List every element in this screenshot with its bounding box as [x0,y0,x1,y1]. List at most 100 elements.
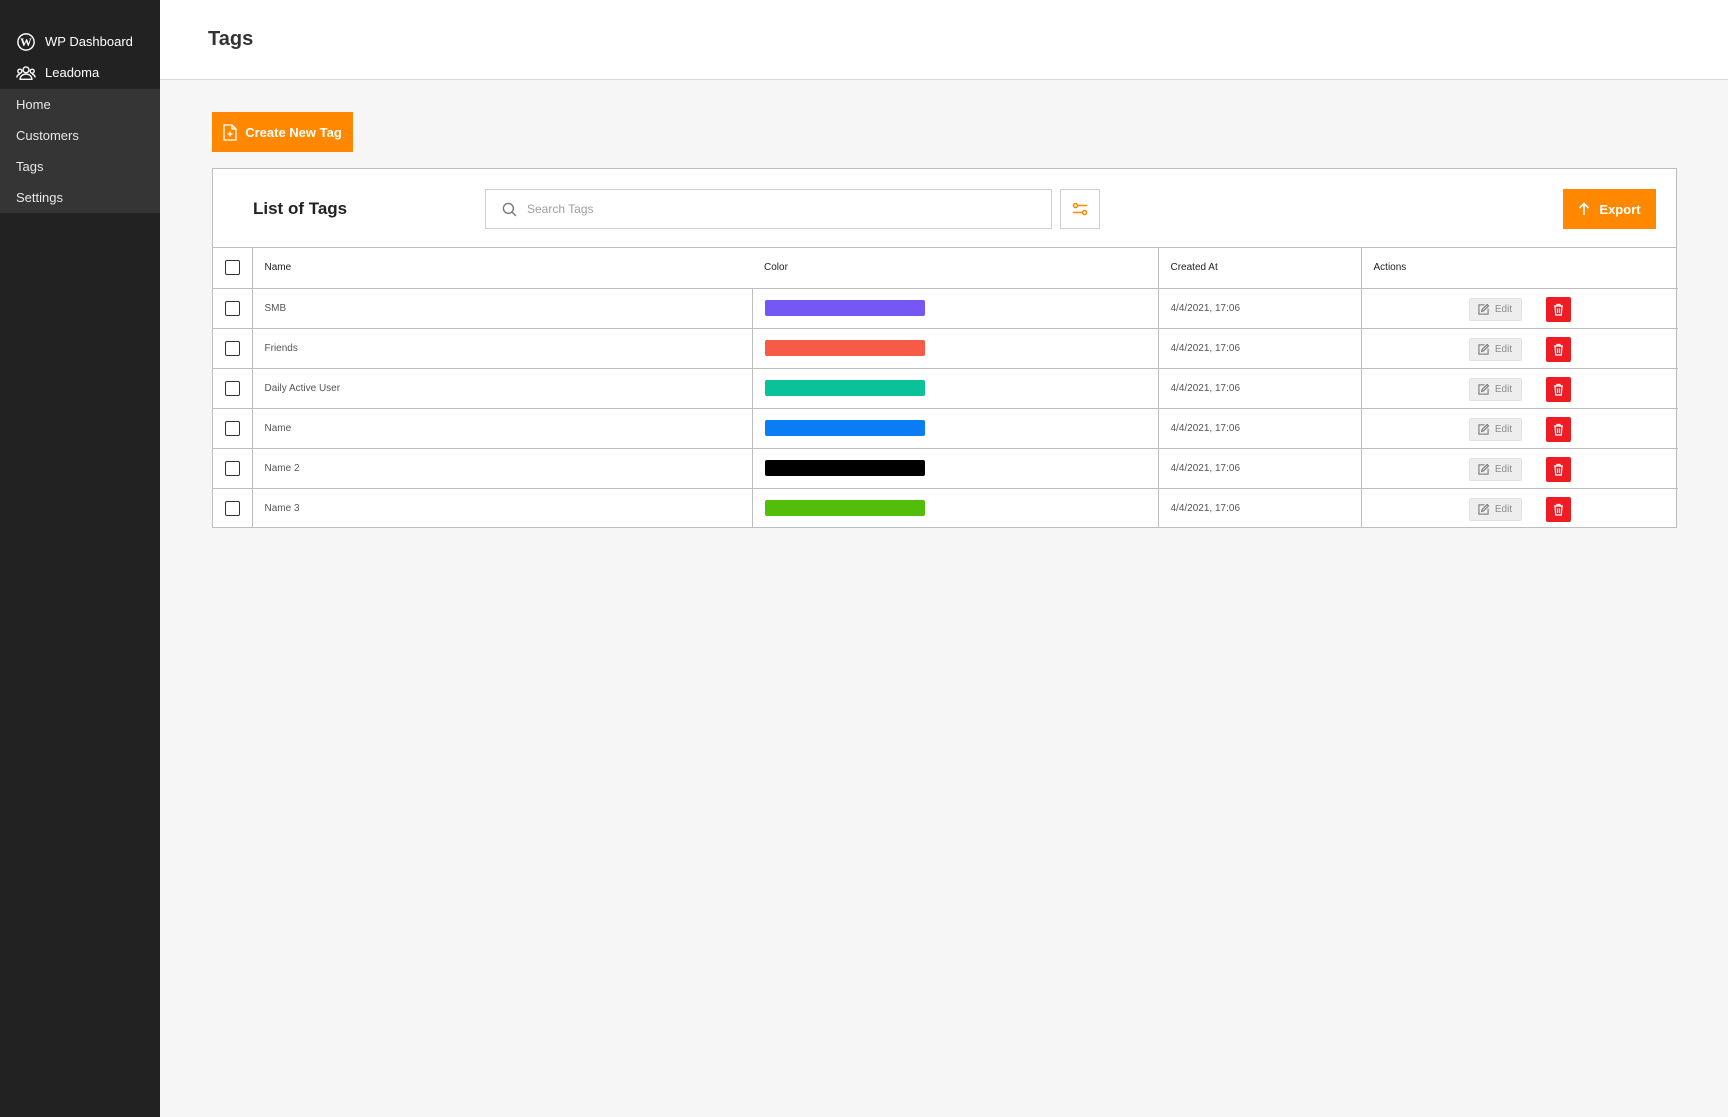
delete-button[interactable] [1545,456,1571,482]
delete-button[interactable] [1545,416,1571,442]
trash-icon [1553,463,1564,476]
row-checkbox-cell [213,328,253,369]
wordpress-icon: W [16,32,36,52]
actions-cell: Edit [1361,328,1678,369]
sidebar-nav: Home Customers Tags Settings [0,89,160,213]
leadoma-link[interactable]: Leadoma [0,57,160,88]
edit-icon [1478,383,1489,395]
filter-button[interactable] [1060,189,1100,229]
wp-dashboard-link[interactable]: W WP Dashboard [0,26,160,57]
actions-cell: Edit [1361,488,1678,528]
sidebar-item-settings[interactable]: Settings [0,182,160,213]
row-checkbox[interactable] [224,300,240,316]
table-row: Name 3 4/4/2021, 17:06 Edit [213,488,1678,528]
table-row: Daily Active User 4/4/2021, 17:06 Edit [213,368,1678,409]
edit-icon [1478,343,1489,355]
row-checkbox-cell [213,408,253,449]
page-header: Tags [160,0,1728,80]
trash-icon [1553,343,1564,356]
edit-icon [1478,303,1489,315]
row-checkbox-cell [213,368,253,409]
tag-color-cell [752,448,1159,489]
created-at: 4/4/2021, 17:06 [1158,288,1362,329]
trash-icon [1553,303,1564,316]
delete-button[interactable] [1545,296,1571,322]
row-checkbox[interactable] [224,380,240,396]
actions-cell: Edit [1361,288,1678,329]
tag-name: Daily Active User [252,368,753,409]
trash-icon [1553,503,1564,516]
color-swatch [764,340,925,356]
column-header-name: Name [252,248,752,289]
tag-color-cell [752,408,1159,449]
sidebar-brand: W WP Dashboard Leadoma [0,0,160,89]
row-checkbox[interactable] [224,460,240,476]
tags-table: Name Color Created At Actions SMB 4/4/202… [213,248,1678,528]
color-swatch [764,380,925,396]
row-checkbox[interactable] [224,420,240,436]
tag-name: Name 3 [252,488,753,528]
sidebar-item-home[interactable]: Home [0,89,160,120]
card-title: List of Tags [253,199,348,218]
create-new-tag-label: Create New Tag [245,124,342,140]
page-title: Tags [208,28,254,50]
export-label: Export [1599,201,1641,217]
tag-color-cell [752,488,1159,528]
edit-button[interactable]: Edit [1468,417,1522,441]
actions-cell: Edit [1361,408,1678,449]
column-header-created-at: Created At [1158,248,1362,289]
svg-text:W: W [20,36,32,49]
created-at: 4/4/2021, 17:06 [1158,368,1362,409]
edit-button[interactable]: Edit [1468,457,1522,481]
created-at: 4/4/2021, 17:06 [1158,408,1362,449]
edit-label: Edit [1494,503,1513,515]
select-all-cell [213,248,253,289]
table-row: Name 4/4/2021, 17:06 Edit [213,408,1678,449]
tag-name: Name [252,408,753,449]
row-checkbox-cell [213,488,253,528]
trash-icon [1553,383,1564,396]
trash-icon [1553,423,1564,436]
search-input[interactable] [527,202,1027,216]
sidebar-item-customers[interactable]: Customers [0,120,160,151]
export-button[interactable]: Export [1563,189,1656,229]
select-all-checkbox[interactable] [224,260,240,276]
column-header-color: Color [752,248,1159,289]
tag-color-cell [752,328,1159,369]
edit-button[interactable]: Edit [1468,497,1522,521]
wp-dashboard-label: WP Dashboard [45,34,133,49]
tags-card: List of Tags Export [212,168,1678,528]
card-toolbar: List of Tags Export [213,169,1676,248]
tag-color-cell [752,368,1159,409]
sidebar-item-tags[interactable]: Tags [0,151,160,182]
edit-icon [1478,423,1489,435]
actions-cell: Edit [1361,448,1678,489]
tag-name: SMB [252,288,753,329]
table-header-row: Name Color Created At Actions [213,248,1678,289]
edit-icon [1478,463,1489,475]
search-box [485,189,1052,229]
row-checkbox[interactable] [224,340,240,356]
row-checkbox[interactable] [224,500,240,516]
color-swatch [764,300,925,316]
tag-name: Name 2 [252,448,753,489]
edit-label: Edit [1494,303,1513,315]
table-row: Friends 4/4/2021, 17:06 Edit [213,328,1678,369]
edit-label: Edit [1494,343,1513,355]
delete-button[interactable] [1545,496,1571,522]
edit-label: Edit [1494,383,1513,395]
sidebar: W WP Dashboard Leadoma Home Customers Ta… [0,0,160,1117]
create-new-tag-button[interactable]: Create New Tag [212,112,353,152]
edit-icon [1478,503,1489,515]
edit-button[interactable]: Edit [1468,297,1522,321]
delete-button[interactable] [1545,376,1571,402]
color-swatch [764,420,925,436]
edit-button[interactable]: Edit [1468,377,1522,401]
table-row: SMB 4/4/2021, 17:06 Edit [213,288,1678,329]
leadoma-label: Leadoma [45,65,100,80]
delete-button[interactable] [1545,336,1571,362]
column-header-actions: Actions [1361,248,1678,289]
sliders-icon [1072,202,1088,216]
edit-button[interactable]: Edit [1468,337,1522,361]
created-at: 4/4/2021, 17:06 [1158,488,1362,528]
